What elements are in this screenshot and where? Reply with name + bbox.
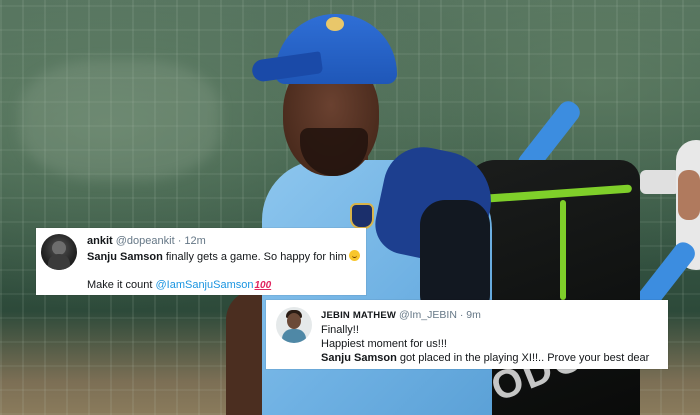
camera (640, 170, 680, 194)
tweet-header: JEBIN MATHEW @Im_JEBIN · 9m (321, 309, 481, 321)
tweet-text-line-1: Finally!! (321, 324, 359, 336)
tweet-header: ankit @dopeankit · 12m (87, 235, 206, 247)
avatar-head (52, 241, 66, 255)
timestamp[interactable]: 12m (184, 235, 205, 247)
mention-link[interactable]: @IamSanjuSamson (155, 279, 253, 291)
avatar[interactable] (41, 234, 77, 270)
tweet-text-line-3: Sanju Samson got placed in the playing X… (321, 352, 649, 364)
tweet-text-line-2: Happiest moment for us!!! (321, 338, 447, 350)
user-handle[interactable]: @Im_JEBIN (399, 309, 457, 321)
cap-logo (326, 17, 344, 31)
avatar-body (282, 329, 306, 343)
display-name[interactable]: ankit (87, 235, 113, 247)
background-person-arm (678, 170, 700, 220)
smiling-face-emoji-icon (348, 250, 360, 261)
avatar-body (48, 254, 70, 270)
tweet-text-line-2: Make it count @IamSanjuSamson100 (87, 279, 271, 291)
background-blur (20, 60, 220, 180)
avatar[interactable] (276, 307, 312, 343)
user-handle[interactable]: @dopeankit (116, 235, 175, 247)
separator: · (177, 235, 182, 247)
avatar-head (287, 313, 301, 329)
display-name[interactable]: JEBIN MATHEW (321, 310, 396, 321)
tweet-text: finally gets a game. So happy for him (162, 251, 347, 263)
bold-name: Sanju Samson (321, 352, 397, 364)
kit-bag-trim-vertical (560, 200, 566, 300)
jersey-crest (350, 203, 374, 229)
hundred-points-emoji-icon: 100 (254, 280, 272, 291)
timestamp[interactable]: 9m (466, 309, 481, 321)
tweet-card-ankit[interactable]: ankit @dopeankit · 12m Sanju Samson fina… (36, 228, 366, 295)
tweet-card-jebin[interactable]: JEBIN MATHEW @Im_JEBIN · 9m Finally!! Ha… (266, 300, 668, 369)
tweet-text: got placed in the playing XI!!.. Prove y… (396, 352, 650, 364)
separator: · (459, 309, 464, 321)
bold-name: Sanju Samson (87, 251, 163, 263)
tweet-text-line-1: Sanju Samson finally gets a game. So hap… (87, 250, 360, 263)
tweet-text: Make it count (87, 279, 156, 291)
